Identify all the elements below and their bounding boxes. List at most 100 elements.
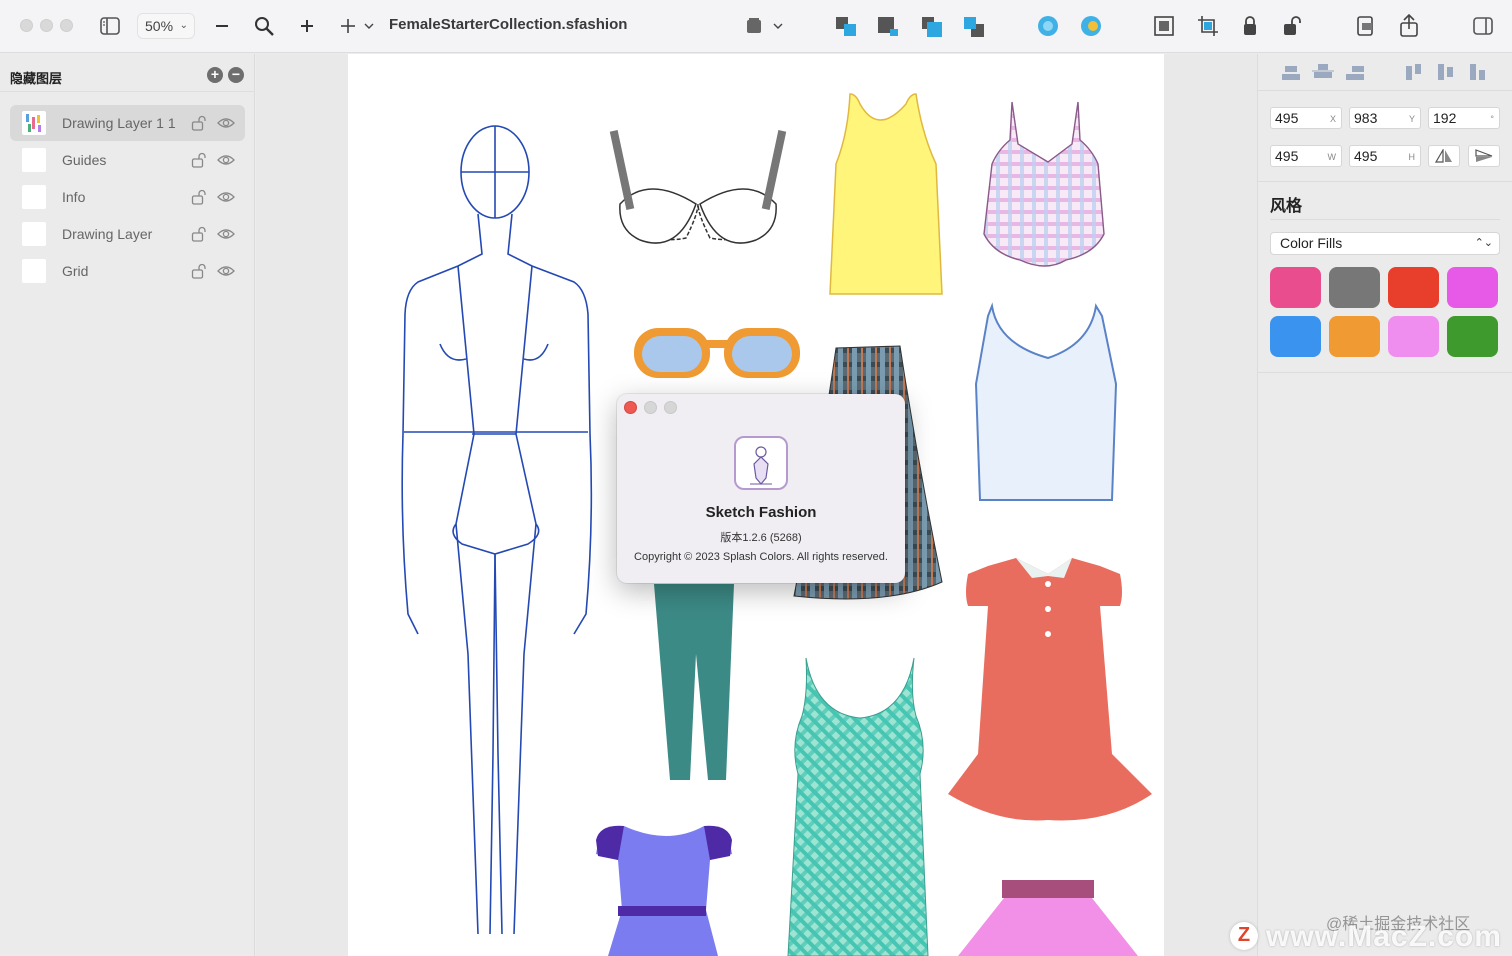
arrange-back-icon[interactable]: [962, 14, 986, 38]
chevron-down-icon: ⌄: [179, 20, 188, 31]
color-swatch[interactable]: [1329, 267, 1380, 308]
window-close-button[interactable]: [20, 19, 33, 32]
inspector-divider: [1258, 181, 1512, 182]
eye-icon[interactable]: [217, 227, 235, 246]
align-center-icon[interactable]: [1312, 62, 1334, 87]
toolbar: 50% ⌄ FemaleStarterCollection.sfashion: [0, 0, 1512, 53]
layer-item[interactable]: Drawing Layer: [10, 216, 245, 252]
share-icon[interactable]: [1397, 14, 1421, 38]
unlock-icon[interactable]: [1280, 14, 1304, 38]
zoom-in-icon[interactable]: [295, 14, 319, 38]
color-swatch[interactable]: [1447, 267, 1498, 308]
inspector-divider: [1258, 372, 1512, 373]
height-field[interactable]: 495 H: [1349, 145, 1421, 167]
layer-item[interactable]: Drawing Layer 1 1: [10, 105, 245, 141]
color-swatch[interactable]: [1388, 267, 1439, 308]
arrange-front-icon[interactable]: [834, 14, 858, 38]
inspector-panel: 495 X 983 Y 192 ° 495 W 495 H 风格 Color Fills ⌃…: [1257, 54, 1512, 956]
sidebar-toggle-icon[interactable]: [98, 14, 122, 38]
x-field[interactable]: 495 X: [1270, 107, 1342, 129]
eye-icon[interactable]: [217, 190, 235, 209]
arrange-backward-icon[interactable]: [920, 14, 944, 38]
layer-thumbnail: [22, 259, 46, 283]
flip-horizontal-icon[interactable]: [1428, 145, 1460, 167]
zoom-out-icon[interactable]: [210, 14, 234, 38]
orange-sunglasses: [634, 328, 800, 378]
color-swatch[interactable]: [1447, 316, 1498, 357]
bra-garment: [609, 130, 787, 244]
sidebar-header: 隐藏图层: [10, 71, 63, 86]
coral-dress: [948, 558, 1152, 821]
teal-leggings: [654, 584, 734, 780]
app-version: 版本1.2.6 (5268): [720, 532, 802, 544]
lock-icon[interactable]: [1238, 14, 1262, 38]
lock-icon[interactable]: [191, 263, 207, 284]
magnifier-icon[interactable]: [252, 14, 276, 38]
width-field[interactable]: 495 W: [1270, 145, 1342, 167]
teal-check-dress: [787, 657, 929, 956]
y-field[interactable]: 983 Y: [1349, 107, 1421, 129]
lock-icon[interactable]: [191, 152, 207, 173]
dialog-zoom-button: [664, 401, 677, 414]
purple-dress: [596, 825, 732, 956]
add-layer-button[interactable]: +: [207, 67, 223, 83]
lock-icon[interactable]: [191, 226, 207, 247]
layer-name: Drawing Layer: [62, 226, 153, 242]
dialog-close-button[interactable]: [624, 401, 637, 414]
app-name: Sketch Fashion: [705, 504, 817, 521]
union-icon[interactable]: [1036, 14, 1060, 38]
about-dialog: Sketch Fashion 版本1.2.6 (5268) Copyright …: [617, 394, 905, 583]
inspector-toggle-icon[interactable]: [1471, 14, 1495, 38]
layer-name: Info: [62, 189, 86, 205]
flip-vertical-icon[interactable]: [1468, 145, 1500, 167]
align-middle-icon[interactable]: [1436, 62, 1458, 87]
plaid-swimsuit: [983, 101, 1105, 267]
fill-type-select[interactable]: Color Fills ⌃⌄: [1270, 232, 1500, 255]
remove-layer-button[interactable]: −: [228, 67, 244, 83]
inspector-divider: [1270, 219, 1500, 220]
layer-thumbnail: [22, 111, 46, 135]
crop-icon[interactable]: [1196, 14, 1220, 38]
app-icon: [734, 436, 788, 490]
document-title: FemaleStarterCollection.sfashion: [389, 16, 628, 33]
yellow-tank-top: [829, 93, 943, 295]
layer-item[interactable]: Info: [10, 179, 245, 215]
layer-thumbnail: [22, 148, 46, 172]
dialog-minimize-button: [644, 401, 657, 414]
artboard-icon[interactable]: [744, 14, 786, 38]
color-swatch[interactable]: [1270, 316, 1321, 357]
color-swatch[interactable]: [1388, 316, 1439, 357]
layer-item[interactable]: Guides: [10, 142, 245, 178]
layer-thumbnail: [22, 222, 46, 246]
eye-icon[interactable]: [217, 264, 235, 283]
color-swatch[interactable]: [1329, 316, 1380, 357]
zoom-select[interactable]: 50% ⌄: [137, 13, 195, 39]
eye-icon[interactable]: [217, 116, 235, 135]
lock-icon[interactable]: [191, 189, 207, 210]
layer-name: Guides: [62, 152, 107, 168]
layer-item[interactable]: Grid: [10, 253, 245, 289]
add-icon[interactable]: [338, 14, 378, 38]
inspector-divider: [1258, 90, 1512, 91]
align-bottom-icon[interactable]: [1468, 62, 1490, 87]
window-zoom-button[interactable]: [60, 19, 73, 32]
align-left-icon[interactable]: [1280, 62, 1302, 87]
export-icon[interactable]: [1354, 14, 1378, 38]
rotation-field[interactable]: 192 °: [1428, 107, 1500, 129]
fit-icon[interactable]: [1152, 14, 1176, 38]
sidebar-divider: [0, 91, 255, 92]
eye-icon[interactable]: [217, 153, 235, 172]
align-top-icon[interactable]: [1404, 62, 1426, 87]
blue-tank-top: [974, 302, 1118, 501]
lock-icon[interactable]: [191, 115, 207, 136]
subtract-icon[interactable]: [1079, 14, 1103, 38]
croquis-figure: [401, 125, 593, 935]
watermark-logo: Z: [1230, 922, 1258, 950]
window-minimize-button[interactable]: [40, 19, 53, 32]
align-right-icon[interactable]: [1344, 62, 1366, 87]
layer-thumbnail: [22, 185, 46, 209]
watermark-url: www.MacZ.com: [1266, 920, 1502, 953]
color-swatch[interactable]: [1270, 267, 1321, 308]
arrange-forward-icon[interactable]: [876, 14, 900, 38]
pink-skirt: [958, 880, 1138, 956]
